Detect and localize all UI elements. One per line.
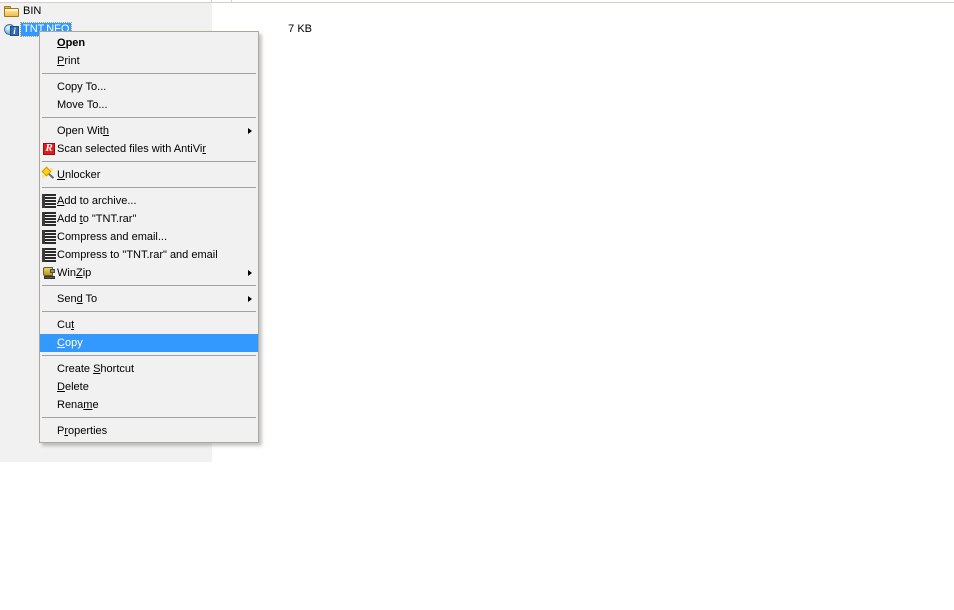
- menu-item-label: Copy: [57, 337, 83, 349]
- menu-item-label: WinZip: [57, 267, 92, 279]
- menu-separator: [42, 355, 256, 357]
- column-separator[interactable]: [231, 0, 232, 3]
- menu-item-open[interactable]: Open: [40, 34, 258, 52]
- menu-item-label: Compress and email...: [57, 231, 168, 243]
- info-file-icon: i: [4, 23, 20, 36]
- books-icon: [42, 193, 58, 209]
- menu-separator: [42, 285, 256, 287]
- menu-item-label: Cut: [57, 319, 75, 331]
- menu-item-label: Delete: [57, 381, 89, 393]
- menu-item-label: Scan selected files with AntiVir: [57, 143, 206, 155]
- antivir-icon: R: [42, 141, 58, 157]
- menu-item-label: Copy To...: [57, 81, 107, 93]
- menu-item-label: Add to "TNT.rar": [57, 213, 137, 225]
- menu-item-scan-selected-files-with-antivir[interactable]: R Scan selected files with AntiVir: [40, 140, 258, 158]
- folder-icon: [4, 5, 20, 18]
- menu-item-send-to[interactable]: Send To: [40, 290, 258, 308]
- menu-item-delete[interactable]: Delete: [40, 378, 258, 396]
- menu-item-print[interactable]: Print: [40, 52, 258, 70]
- books-icon: [42, 229, 58, 245]
- menu-item-compress-and-email[interactable]: Compress and email...: [40, 228, 258, 246]
- menu-item-create-shortcut[interactable]: Create Shortcut: [40, 360, 258, 378]
- list-item-name: BIN: [23, 5, 42, 17]
- menu-item-label: Open With: [57, 125, 109, 137]
- books-icon: [42, 247, 58, 263]
- wand-icon: [41, 166, 58, 183]
- menu-item-copy-to[interactable]: Copy To...: [40, 78, 258, 96]
- submenu-arrow-icon: [248, 296, 252, 302]
- menu-item-label: Unlocker: [57, 169, 101, 181]
- submenu-arrow-icon: [248, 128, 252, 134]
- menu-item-winzip[interactable]: WinZip: [40, 264, 258, 282]
- menu-item-add-to-tntrar[interactable]: Add to "TNT.rar": [40, 210, 258, 228]
- books-icon: [42, 211, 58, 227]
- menu-item-label: Create Shortcut: [57, 363, 135, 375]
- column-separator[interactable]: [211, 0, 212, 3]
- menu-separator: [42, 161, 256, 163]
- menu-item-properties[interactable]: Properties: [40, 422, 258, 440]
- menu-item-cut[interactable]: Cut: [40, 316, 258, 334]
- menu-item-label: Open: [57, 37, 86, 49]
- menu-item-open-with[interactable]: Open With: [40, 122, 258, 140]
- menu-separator: [42, 187, 256, 189]
- menu-item-label: Rename: [57, 399, 99, 411]
- menu-item-label: Send To: [57, 293, 98, 305]
- menu-separator: [42, 117, 256, 119]
- menu-item-label: Compress to "TNT.rar" and email: [57, 249, 218, 261]
- menu-item-rename[interactable]: Rename: [40, 396, 258, 414]
- menu-separator: [42, 417, 256, 419]
- menu-item-compress-to-tntrar-and-email[interactable]: Compress to "TNT.rar" and email: [40, 246, 258, 264]
- submenu-arrow-icon: [248, 270, 252, 276]
- menu-item-unlocker[interactable]: Unlocker: [40, 166, 258, 184]
- menu-item-label: Properties: [57, 425, 108, 437]
- menu-item-copy[interactable]: Copy: [40, 334, 258, 352]
- menu-item-label: Move To...: [57, 99, 108, 111]
- winzip-icon: [42, 265, 58, 281]
- menu-separator: [42, 311, 256, 313]
- menu-item-label: Print: [57, 55, 80, 67]
- column-header-rule: [0, 0, 954, 3]
- context-menu[interactable]: Open Print Copy To... Move To... Open With R S…: [39, 31, 259, 443]
- menu-item-label: Add to archive...: [57, 195, 137, 207]
- list-item-size: [248, 5, 312, 18]
- menu-separator: [42, 73, 256, 75]
- menu-item-add-to-archive[interactable]: Add to archive...: [40, 192, 258, 210]
- menu-item-move-to[interactable]: Move To...: [40, 96, 258, 114]
